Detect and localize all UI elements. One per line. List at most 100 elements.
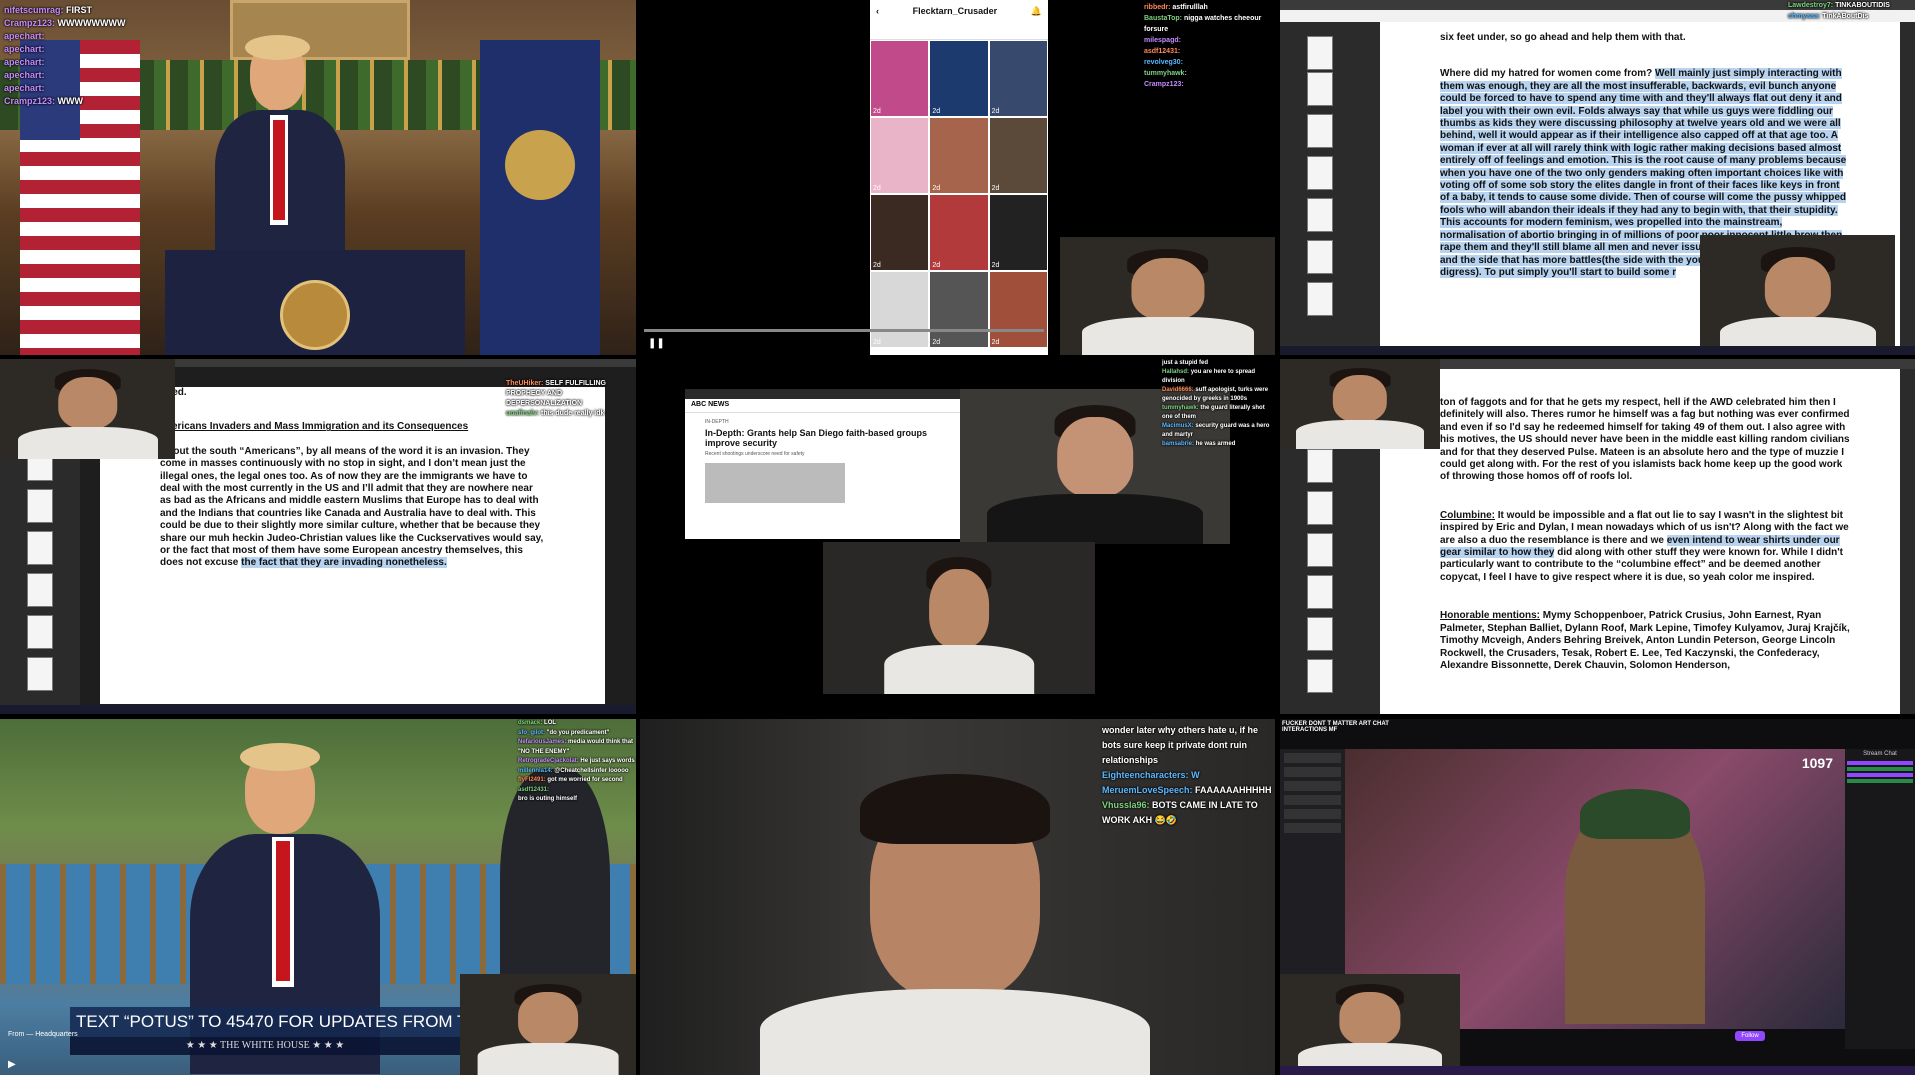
chat-line: David6666: suff apologist, turks were ge… [1162, 387, 1269, 402]
page-thumbnail[interactable] [1307, 282, 1333, 316]
page-thumbnail[interactable] [27, 531, 53, 565]
sidebar-item[interactable] [1284, 809, 1341, 819]
page-thumbnail[interactable] [1307, 240, 1333, 274]
tile-outdoor-press[interactable]: TEXT “POTUS” TO 45470 FOR UPDATES FROM T… [0, 719, 636, 1075]
play-icon[interactable]: ▶ [8, 1059, 16, 1070]
sidebar-item[interactable] [1284, 781, 1341, 791]
thumbnail[interactable]: 2d [871, 41, 929, 116]
chat-line: chmyaaa: TinkABoutDis [1788, 13, 1869, 20]
thumbnail[interactable]: 2d [930, 272, 988, 347]
chat-line [1847, 773, 1913, 777]
chat-line: nifetscumrag: FIRST [4, 5, 93, 15]
chat-line: milespagd: [1144, 37, 1181, 44]
page-thumbnail[interactable] [1307, 533, 1333, 567]
tile-full-webcam[interactable]: wonder later why others hate u, if he bo… [640, 719, 1275, 1075]
thumbnail[interactable]: 2d [930, 118, 988, 193]
sidebar-item[interactable] [1284, 823, 1341, 833]
intro-line: six feet under, so go ahead and help the… [1440, 32, 1686, 43]
page-thumbnail[interactable] [1307, 156, 1333, 190]
chat-line: asdf12431: [518, 786, 550, 793]
tile-twitch-stream[interactable]: FUCKER DONT T MATTER ART CHAT INTERACTIO… [1280, 719, 1915, 1075]
tile-news-reaction[interactable]: ABC NEWS IN-DEPTH In-Depth: Grants help … [640, 359, 1275, 714]
stream-header: FUCKER DONT T MATTER ART CHAT INTERACTIO… [1282, 721, 1389, 733]
taskbar[interactable] [1280, 346, 1915, 355]
streamer-webcam [1700, 235, 1895, 355]
taskbar[interactable] [0, 705, 636, 714]
chat-overlay: TheUHiker: SELF FULFILLING PROPHECY AND … [506, 379, 634, 419]
streamer-webcam [0, 359, 175, 459]
tile-pdf-document[interactable]: ton of faggots and for that he gets my r… [1280, 359, 1915, 714]
thumbnail[interactable]: 2d [871, 272, 929, 347]
page-thumbnail[interactable] [27, 573, 53, 607]
lower-third-banner: TEXT “POTUS” TO 45470 FOR UPDATES FROM T… [70, 1007, 460, 1037]
back-arrow-icon[interactable]: ‹ [876, 6, 879, 16]
chat-line: asdf12431: [1144, 48, 1181, 55]
article-title: In-Depth: Grants help San Diego faith-ba… [705, 428, 928, 448]
stream-chat-panel: Stream Chat [1845, 749, 1915, 1049]
tile-press-conference[interactable]: nifetscumrag: FIRST Crampz123: WWWWWWWW … [0, 0, 636, 355]
viewer-count: 1097 [1801, 755, 1833, 771]
browser-window: ABC NEWS IN-DEPTH In-Depth: Grants help … [685, 389, 960, 539]
chat-overlay: wonder later why others hate u, if he bo… [1102, 723, 1272, 828]
news-site-header: ABC NEWS [685, 399, 960, 413]
podium-seal [280, 280, 350, 350]
page-thumbnail[interactable] [1307, 72, 1333, 106]
profile-tabs[interactable] [870, 22, 1048, 40]
browser-tabs[interactable] [685, 389, 960, 399]
page-thumbnail[interactable] [1307, 36, 1333, 70]
page-thumbnail[interactable] [27, 489, 53, 523]
page-thumbnail[interactable] [1307, 491, 1333, 525]
page-thumbnail[interactable] [27, 657, 53, 691]
pause-icon[interactable]: ❚❚ [648, 338, 665, 349]
article-subtitle: Recent shootings underscore need for saf… [705, 451, 805, 457]
chat-line: TheUHiker: SELF FULFILLING PROPHECY AND … [506, 380, 606, 407]
thumbnail[interactable]: 2d [989, 272, 1047, 347]
chat-line: apechart: [4, 83, 45, 93]
thumbnail[interactable]: 2d [871, 195, 929, 270]
paragraph: About the south “Americans”, by all mean… [160, 445, 544, 569]
bell-icon[interactable]: 🔔 [1031, 6, 1042, 17]
thumbnail[interactable]: 2d [930, 41, 988, 116]
paragraph: ton of faggots and for that he gets my r… [1440, 397, 1850, 483]
sidebar-item[interactable] [1284, 767, 1341, 777]
chat-overlay: Lawdestroy7: TINKABOUTIDIS chmyaaa: Tink… [1788, 0, 1915, 22]
chat-line: apechart: [4, 70, 45, 80]
speaker [215, 35, 345, 270]
thumbnail[interactable]: 2d [930, 195, 988, 270]
chat-line: flyFI2491: got me worried for second [518, 777, 623, 783]
thumbnail[interactable]: 2d [871, 118, 929, 193]
follow-button[interactable]: Follow [1735, 1031, 1765, 1041]
sidebar-item[interactable] [1284, 795, 1341, 805]
tile-pdf-document[interactable]: six feet under, so go ahead and help the… [1280, 0, 1915, 355]
page-thumbnail[interactable] [1307, 449, 1333, 483]
page-thumbnail[interactable] [1307, 575, 1333, 609]
section-title: th Americans Invaders and Mass Immigrati… [144, 421, 469, 433]
paragraph: Honorable mentions: Mymy Schoppenboer, P… [1440, 610, 1850, 671]
page-thumbnail[interactable] [1307, 114, 1333, 148]
tile-phone-profile[interactable]: ‹ Flecktarn_Crusader 🔔 2d 2d 2d 2d 2d 2d… [640, 0, 1275, 355]
chat-line: uoafinalv: this dude really idk [506, 410, 605, 417]
chat-line: NefariousJames: media would think that [518, 739, 634, 745]
page-thumbnail[interactable] [1307, 659, 1333, 693]
taskbar[interactable] [1280, 1066, 1915, 1075]
chat-line: Crampz123: [1144, 81, 1184, 88]
page-thumbnails [1280, 22, 1380, 355]
chat-line: Lawdestroy7: TINKABOUTIDIS [1788, 2, 1890, 9]
page-thumbnail[interactable] [1307, 198, 1333, 232]
video-progress-bar[interactable] [644, 329, 1044, 332]
thumbnail[interactable]: 2d [989, 195, 1047, 270]
tile-pdf-document[interactable]: nged. th Americans Invaders and Mass Imm… [0, 359, 636, 714]
sidebar-item[interactable] [1284, 753, 1341, 763]
thumbnail[interactable]: 2d [989, 41, 1047, 116]
thumbnail[interactable]: 2d [989, 118, 1047, 193]
from-label: From — Headquarters [8, 1031, 78, 1038]
profile-name: Flecktarn_Crusader [912, 6, 998, 16]
page-thumbnail[interactable] [1307, 617, 1333, 651]
chat-line: BaustaTop: nigga watches cheeour forsure [1144, 15, 1262, 33]
streamer-shirt [760, 989, 1150, 1075]
page-thumbnail[interactable] [27, 615, 53, 649]
streamer-webcam [1280, 359, 1440, 449]
chat-line: revolveg30: [1144, 59, 1183, 66]
document-page: nged. th Americans Invaders and Mass Imm… [100, 387, 605, 687]
chat-line: bamsabrie: he was armed [1162, 441, 1236, 447]
